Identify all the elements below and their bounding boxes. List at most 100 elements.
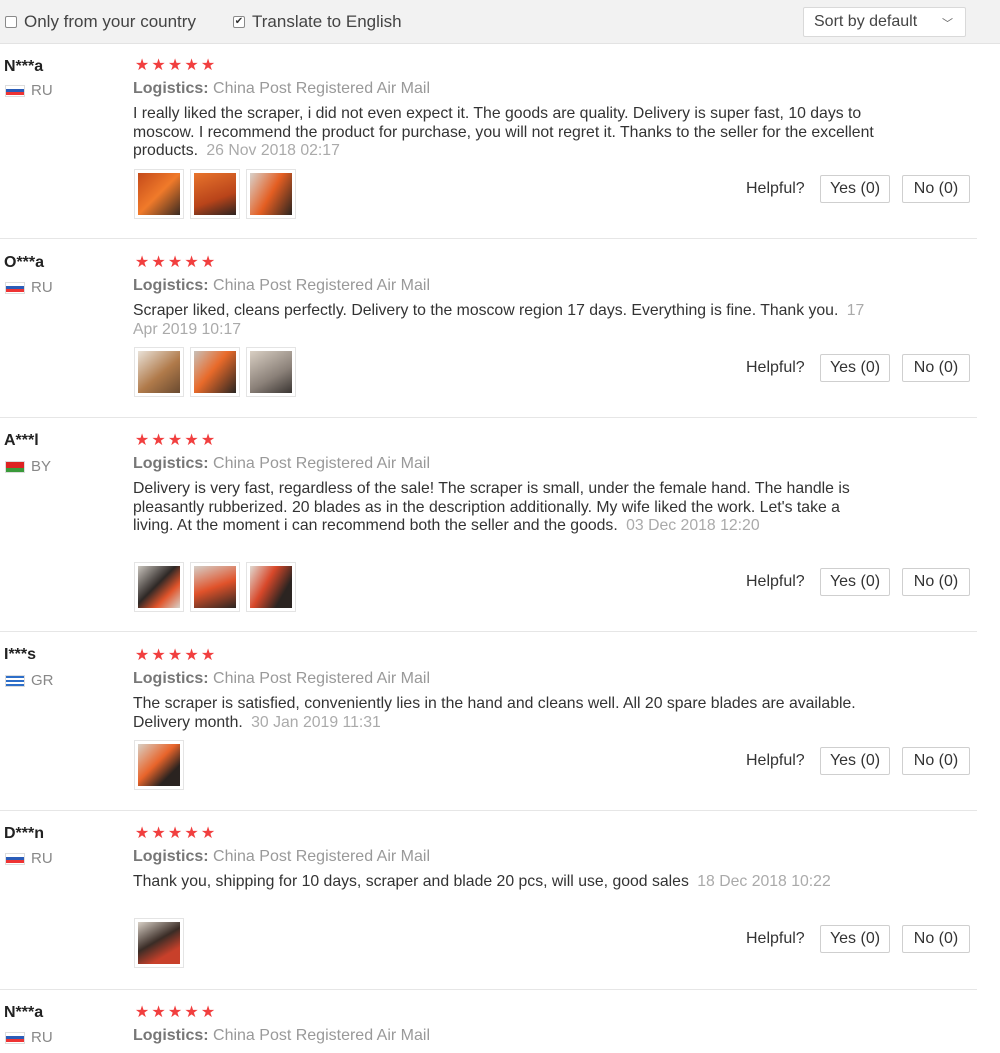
- review-divider: [0, 631, 977, 632]
- star-icon: ★: [167, 57, 183, 74]
- only-country-checkbox[interactable]: [5, 16, 17, 28]
- country-code: RU: [31, 850, 53, 867]
- review-photo[interactable]: [134, 347, 184, 397]
- logistics-label: Logistics:: [133, 848, 209, 865]
- reviewer-name: D***n: [4, 825, 45, 842]
- translate-filter[interactable]: ✔ Translate to English: [233, 12, 402, 32]
- translate-checkbox[interactable]: ✔: [233, 16, 245, 28]
- helpful-yes-button[interactable]: Yes (0): [820, 747, 890, 775]
- helpful-no-button[interactable]: No (0): [902, 175, 970, 203]
- star-icon: ★: [184, 647, 199, 664]
- flag-ru-icon: [5, 84, 25, 97]
- star-icon: ★: [151, 254, 166, 271]
- star-icon: ★: [134, 825, 150, 842]
- star-icon: ★: [151, 825, 166, 842]
- helpful-no-button[interactable]: No (0): [902, 925, 970, 953]
- rating-stars: ★ ★ ★ ★ ★: [134, 58, 217, 74]
- review-body: The scraper is satisfied, conveniently l…: [133, 695, 856, 731]
- flag-gr-icon: [5, 674, 25, 687]
- review-date: 30 Jan 2019 11:31: [251, 713, 381, 731]
- rating-stars: ★ ★ ★ ★ ★: [134, 255, 217, 271]
- reviewer-name: O***a: [4, 254, 45, 271]
- review-text: Delivery is very fast, regardless of the…: [133, 480, 878, 536]
- review-text: Scraper liked, cleans perfectly. Deliver…: [133, 302, 878, 339]
- star-icon: ★: [167, 825, 183, 842]
- country-code: RU: [31, 1029, 53, 1046]
- rating-stars: ★ ★ ★ ★ ★: [134, 648, 217, 664]
- star-icon: ★: [167, 432, 183, 449]
- helpful-yes-button[interactable]: Yes (0): [820, 175, 890, 203]
- review-text: I really liked the scraper, i did not ev…: [133, 105, 878, 161]
- helpful-label: Helpful?: [746, 359, 805, 376]
- star-icon: ★: [134, 647, 150, 664]
- flag-by-icon: [5, 460, 25, 473]
- review-photo[interactable]: [190, 169, 240, 219]
- logistics-value: China Post Registered Air Mail: [213, 848, 430, 865]
- review-photo[interactable]: [190, 347, 240, 397]
- logistics-info: Logistics: China Post Registered Air Mai…: [133, 455, 430, 473]
- star-icon: ★: [167, 647, 183, 664]
- review-photo[interactable]: [134, 169, 184, 219]
- star-icon: ★: [200, 432, 216, 449]
- review-date: 26 Nov 2018 02:17: [206, 142, 340, 160]
- review-photo[interactable]: [190, 562, 240, 612]
- star-icon: ★: [151, 432, 166, 449]
- logistics-value: China Post Registered Air Mail: [213, 670, 430, 687]
- helpful-yes-button[interactable]: Yes (0): [820, 568, 890, 596]
- logistics-label: Logistics:: [133, 455, 209, 472]
- review-photo[interactable]: [246, 562, 296, 612]
- review-photo[interactable]: [134, 740, 184, 790]
- only-country-filter[interactable]: Only from your country: [5, 12, 196, 32]
- review-date: 03 Dec 2018 12:20: [626, 517, 760, 535]
- reviewer-country: BY: [5, 458, 51, 475]
- reviewer-country: GR: [5, 672, 54, 689]
- helpful-yes-button[interactable]: Yes (0): [820, 354, 890, 382]
- review-divider: [0, 989, 977, 990]
- review-photo[interactable]: [134, 918, 184, 968]
- helpful-no-button[interactable]: No (0): [902, 568, 970, 596]
- logistics-label: Logistics:: [133, 80, 209, 97]
- star-icon: ★: [134, 432, 150, 449]
- logistics-info: Logistics: China Post Registered Air Mai…: [133, 848, 430, 866]
- review-photo[interactable]: [246, 169, 296, 219]
- logistics-label: Logistics:: [133, 670, 209, 687]
- review-date: 18 Dec 2018 10:22: [697, 873, 831, 890]
- reviewer-name: I***s: [4, 646, 37, 663]
- flag-ru-icon: [5, 1031, 25, 1044]
- logistics-value: China Post Registered Air Mail: [213, 80, 430, 97]
- chevron-down-icon: ﹀: [942, 18, 953, 30]
- flag-ru-icon: [5, 852, 25, 865]
- country-code: RU: [31, 82, 53, 99]
- helpful-no-button[interactable]: No (0): [902, 747, 970, 775]
- helpful-label: Helpful?: [746, 930, 805, 947]
- star-icon: ★: [134, 254, 150, 271]
- review-photos: [134, 740, 190, 790]
- star-icon: ★: [200, 254, 216, 271]
- helpful-label: Helpful?: [746, 752, 805, 769]
- star-icon: ★: [184, 825, 199, 842]
- helpful-yes-button[interactable]: Yes (0): [820, 925, 890, 953]
- flag-ru-icon: [5, 281, 25, 294]
- reviewer-country: RU: [5, 279, 53, 296]
- translate-label: Translate to English: [252, 12, 402, 31]
- logistics-info: Logistics: China Post Registered Air Mai…: [133, 80, 430, 98]
- review-photos: [134, 169, 302, 219]
- logistics-value: China Post Registered Air Mail: [213, 1027, 430, 1044]
- filter-bar: Only from your country ✔ Translate to En…: [0, 0, 1000, 44]
- reviewer-country: RU: [5, 850, 53, 867]
- review-divider: [0, 238, 977, 239]
- review-photo[interactable]: [246, 347, 296, 397]
- country-code: RU: [31, 279, 53, 296]
- star-icon: ★: [184, 254, 199, 271]
- helpful-no-button[interactable]: No (0): [902, 354, 970, 382]
- review-text: Thank you, shipping for 10 days, scraper…: [133, 873, 853, 892]
- only-country-label: Only from your country: [24, 12, 196, 31]
- review-photo[interactable]: [134, 562, 184, 612]
- star-icon: ★: [151, 57, 166, 74]
- helpful-label: Helpful?: [746, 180, 805, 197]
- rating-stars: ★ ★ ★ ★ ★: [134, 1005, 217, 1021]
- country-code: GR: [31, 672, 54, 689]
- star-icon: ★: [167, 1004, 183, 1021]
- sort-select[interactable]: Sort by default ﹀: [803, 7, 966, 37]
- star-icon: ★: [151, 1004, 166, 1021]
